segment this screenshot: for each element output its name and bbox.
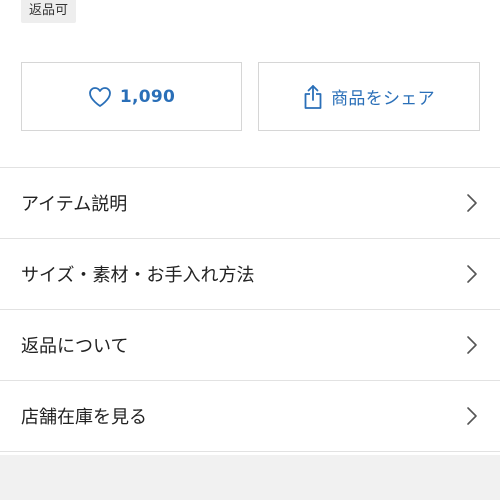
chevron-right-icon <box>466 264 478 284</box>
menu-item-store-stock[interactable]: 店舗在庫を見る <box>0 381 500 452</box>
chevron-right-icon <box>466 406 478 426</box>
menu-item-size-material-care[interactable]: サイズ・素材・お手入れ方法 <box>0 239 500 310</box>
chevron-right-icon <box>466 193 478 213</box>
menu-item-label: 返品について <box>21 336 129 357</box>
share-label: 商品をシェア <box>331 89 435 109</box>
returnable-badge: 返品可 <box>21 0 77 23</box>
product-info-menu: アイテム説明 サイズ・素材・お手入れ方法 返品について 店舗在庫を見る <box>0 167 500 452</box>
share-button[interactable]: 商品をシェア <box>258 62 480 131</box>
menu-item-label: サイズ・素材・お手入れ方法 <box>21 265 255 286</box>
menu-item-label: 店舗在庫を見る <box>21 407 147 428</box>
footer-band <box>0 455 500 500</box>
share-icon <box>303 84 323 110</box>
product-actions: 1,090 商品をシェア <box>21 62 480 133</box>
like-button[interactable]: 1,090 <box>21 62 242 131</box>
menu-item-label: アイテム説明 <box>21 194 128 215</box>
like-count: 1,090 <box>119 86 176 107</box>
menu-item-item-description[interactable]: アイテム説明 <box>0 168 500 239</box>
heart-icon <box>88 86 112 108</box>
menu-item-returns[interactable]: 返品について <box>0 310 500 381</box>
chevron-right-icon <box>466 335 478 355</box>
